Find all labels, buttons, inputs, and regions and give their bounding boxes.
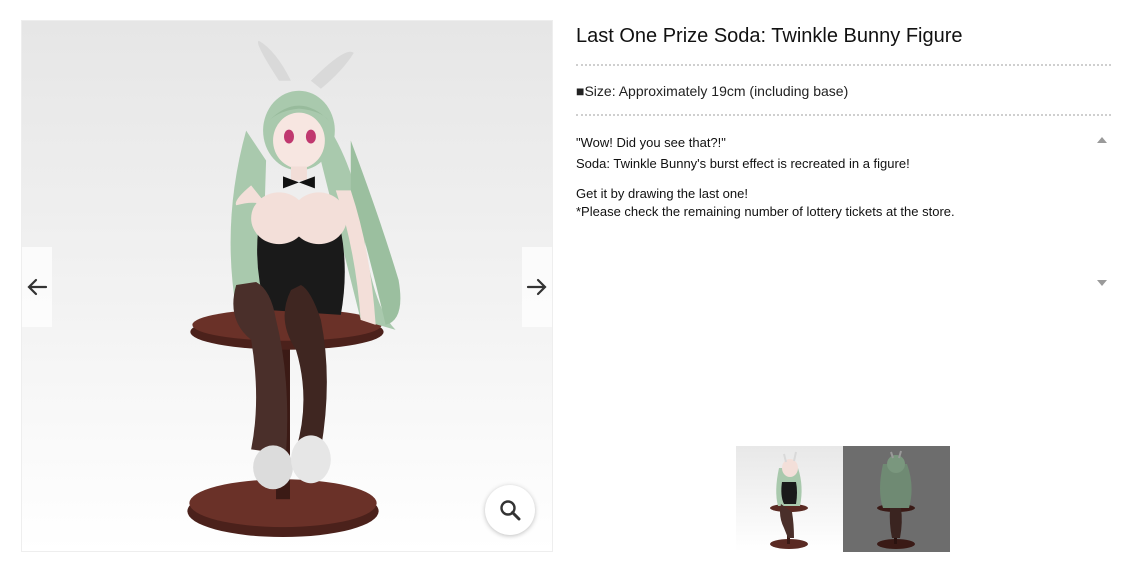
product-gallery (21, 20, 553, 552)
product-description[interactable]: "Wow! Did you see that?!" Soda: Twinkle … (576, 132, 1096, 290)
prev-image-button[interactable] (22, 247, 52, 327)
description-line: "Wow! Did you see that?!" (576, 135, 726, 150)
scroll-down-icon[interactable] (1097, 280, 1107, 286)
description-line: *Please check the remaining number of lo… (576, 204, 955, 219)
divider (576, 64, 1111, 66)
magnifier-icon (500, 500, 521, 521)
product-size: ■Size: Approximately 19cm (including bas… (576, 83, 849, 99)
divider (576, 114, 1111, 116)
scroll-up-icon[interactable] (1097, 137, 1107, 143)
thumbnail-front-view[interactable] (736, 446, 843, 552)
next-image-button[interactable] (522, 247, 552, 327)
thumbnail-image (877, 450, 915, 549)
thumbnail-strip (736, 446, 950, 552)
description-line: Soda: Twinkle Bunny's burst effect is re… (576, 156, 910, 171)
product-title: Last One Prize Soda: Twinkle Bunny Figur… (576, 25, 963, 47)
arrow-left-icon (27, 278, 48, 296)
arrow-right-icon (526, 278, 547, 296)
thumbnail-back-view[interactable] (843, 446, 950, 552)
figure-main-image[interactable] (22, 21, 552, 551)
thumbnail-image (770, 451, 808, 549)
description-line: Get it by drawing the last one! (576, 186, 748, 201)
zoom-button[interactable] (485, 485, 535, 535)
description-scrollbar[interactable] (1094, 134, 1108, 290)
